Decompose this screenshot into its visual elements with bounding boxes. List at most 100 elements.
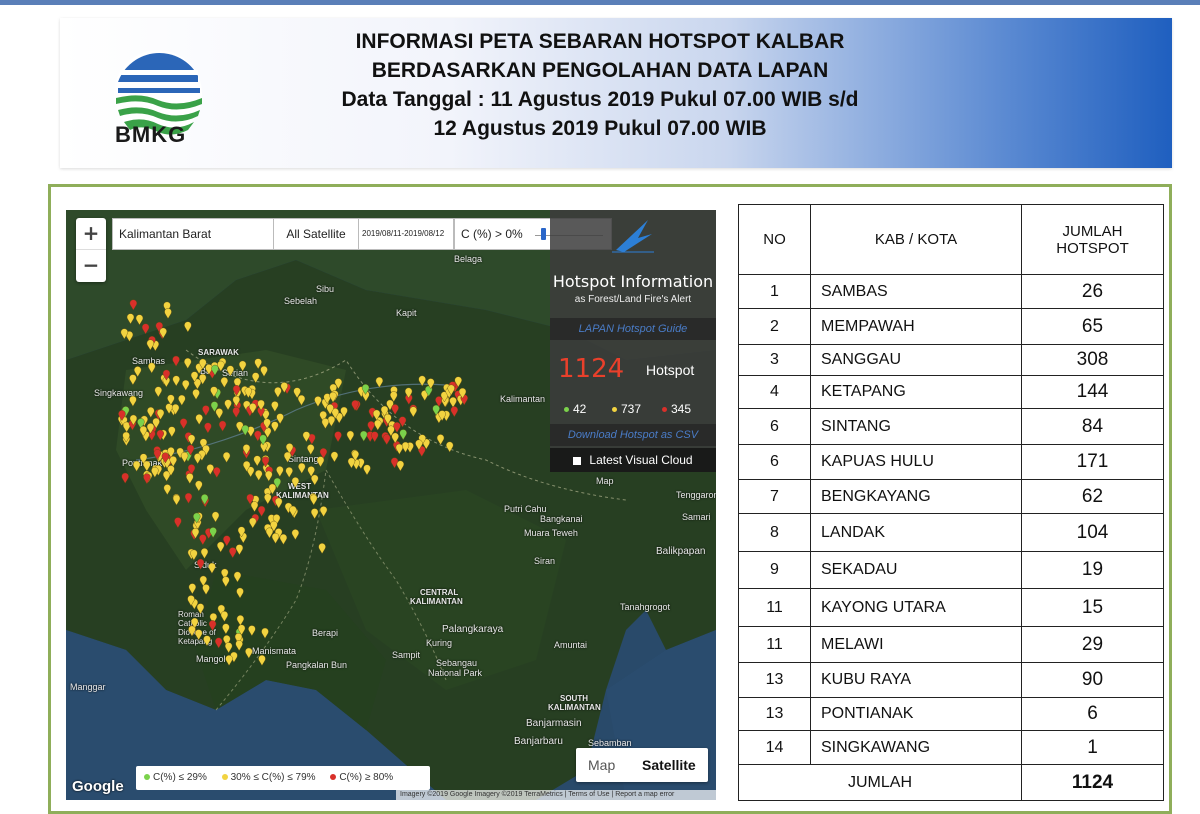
hotspot-marker[interactable]	[285, 467, 293, 478]
hotspot-marker[interactable]	[172, 355, 180, 367]
hotspot-marker[interactable]	[148, 362, 156, 374]
hotspot-marker[interactable]	[374, 419, 382, 431]
hotspot-marker[interactable]	[215, 408, 223, 420]
hotspot-marker[interactable]	[222, 576, 230, 588]
hotspot-marker[interactable]	[213, 467, 221, 478]
hotspot-marker[interactable]	[225, 655, 233, 666]
hotspot-marker[interactable]	[375, 376, 384, 388]
hotspot-marker[interactable]	[224, 642, 233, 654]
hotspot-marker[interactable]	[274, 386, 282, 398]
hotspot-marker[interactable]	[235, 544, 244, 556]
hotspot-marker[interactable]	[258, 654, 266, 666]
hotspot-marker[interactable]	[196, 558, 205, 570]
hotspot-marker[interactable]	[310, 508, 319, 520]
hotspot-marker[interactable]	[257, 505, 266, 517]
hotspot-marker[interactable]	[220, 611, 229, 622]
hotspot-marker[interactable]	[245, 647, 253, 659]
hotspot-marker[interactable]	[202, 584, 210, 596]
hotspot-marker[interactable]	[371, 431, 379, 443]
hotspot-marker[interactable]	[172, 494, 181, 506]
hotspot-marker[interactable]	[143, 473, 151, 485]
hotspot-marker[interactable]	[147, 406, 155, 418]
date-range-field[interactable]: 2019/08/11-2019/08/12	[358, 218, 454, 250]
hotspot-marker[interactable]	[216, 541, 225, 553]
hotspot-marker[interactable]	[154, 386, 162, 398]
hotspot-marker[interactable]	[232, 407, 240, 418]
hotspot-marker[interactable]	[250, 501, 259, 513]
hotspot-marker[interactable]	[192, 389, 200, 400]
hotspot-marker[interactable]	[396, 460, 405, 472]
hotspot-marker[interactable]	[291, 529, 300, 541]
download-csv-link[interactable]: Download Hotspot as CSV	[550, 424, 716, 446]
hotspot-marker[interactable]	[255, 469, 263, 481]
hotspot-marker[interactable]	[399, 429, 407, 441]
hotspot-marker[interactable]	[172, 375, 180, 387]
hotspot-marker[interactable]	[249, 517, 257, 529]
hotspot-marker[interactable]	[146, 339, 155, 351]
hotspot-marker[interactable]	[195, 480, 203, 492]
hotspot-marker[interactable]	[229, 547, 237, 559]
hotspot-marker[interactable]	[318, 543, 326, 554]
hotspot-marker[interactable]	[174, 517, 182, 529]
map-type-map-button[interactable]: Map	[588, 748, 615, 782]
hotspot-marker[interactable]	[261, 627, 269, 639]
hotspot-marker[interactable]	[395, 443, 404, 455]
hotspot-marker[interactable]	[126, 313, 135, 325]
hotspot-marker[interactable]	[179, 418, 188, 430]
hotspot-marker[interactable]	[254, 358, 262, 370]
hotspot-marker[interactable]	[180, 451, 189, 463]
hotspot-marker[interactable]	[446, 441, 454, 453]
latest-cloud-toggle[interactable]: Latest Visual Cloud	[550, 448, 716, 472]
hotspot-marker[interactable]	[202, 405, 210, 417]
hotspot-guide-link[interactable]: LAPAN Hotspot Guide	[550, 318, 716, 340]
hotspot-marker[interactable]	[203, 635, 211, 647]
hotspot-marker[interactable]	[334, 431, 342, 443]
hotspot-marker[interactable]	[186, 473, 194, 485]
hotspot-marker[interactable]	[204, 422, 212, 434]
hotspot-marker[interactable]	[129, 395, 137, 407]
hotspot-marker[interactable]	[209, 527, 217, 539]
hotspot-marker[interactable]	[276, 413, 284, 425]
hotspot-marker[interactable]	[449, 396, 457, 408]
hotspot-marker[interactable]	[360, 430, 368, 442]
hotspot-marker[interactable]	[271, 401, 279, 413]
hotspot-marker[interactable]	[141, 323, 150, 335]
hotspot-marker[interactable]	[188, 583, 197, 595]
hotspot-marker[interactable]	[236, 615, 245, 626]
hotspot-marker[interactable]	[184, 492, 193, 504]
hotspot-marker[interactable]	[450, 406, 458, 418]
hotspot-marker[interactable]	[311, 474, 319, 486]
hotspot-marker[interactable]	[178, 394, 186, 406]
hotspot-marker[interactable]	[271, 421, 279, 433]
satellite-select[interactable]: All Satellite	[273, 218, 359, 250]
hotspot-marker[interactable]	[391, 404, 399, 416]
hotspot-marker[interactable]	[298, 462, 306, 474]
hotspot-marker[interactable]	[383, 434, 391, 446]
hotspot-marker[interactable]	[215, 637, 223, 649]
hotspot-marker[interactable]	[164, 308, 172, 320]
hotspot-marker[interactable]	[265, 470, 273, 482]
hotspot-marker[interactable]	[276, 466, 284, 477]
hotspot-marker[interactable]	[363, 464, 371, 476]
hotspot-marker[interactable]	[302, 431, 311, 443]
hotspot-marker[interactable]	[253, 455, 261, 467]
region-select[interactable]: Kalimantan Barat	[112, 218, 274, 250]
hotspot-marker[interactable]	[275, 497, 283, 509]
hotspot-marker[interactable]	[307, 444, 315, 456]
hotspot-marker[interactable]	[195, 414, 203, 425]
hotspot-marker[interactable]	[184, 357, 192, 369]
hotspot-marker[interactable]	[436, 434, 445, 446]
hotspot-marker[interactable]	[235, 640, 243, 651]
hotspot-marker[interactable]	[409, 406, 417, 418]
hotspot-marker[interactable]	[347, 457, 356, 469]
hotspot-marker[interactable]	[236, 587, 244, 599]
hotspot-marker[interactable]	[297, 394, 306, 406]
hotspot-marker[interactable]	[163, 484, 171, 496]
hotspot-marker[interactable]	[129, 374, 137, 386]
hotspot-marker[interactable]	[264, 493, 272, 505]
hotspot-marker[interactable]	[169, 456, 177, 467]
hotspot-marker[interactable]	[182, 379, 190, 391]
hotspot-marker[interactable]	[241, 424, 249, 436]
zoom-in-button[interactable]: +	[76, 218, 106, 250]
hotspot-marker[interactable]	[238, 360, 247, 372]
